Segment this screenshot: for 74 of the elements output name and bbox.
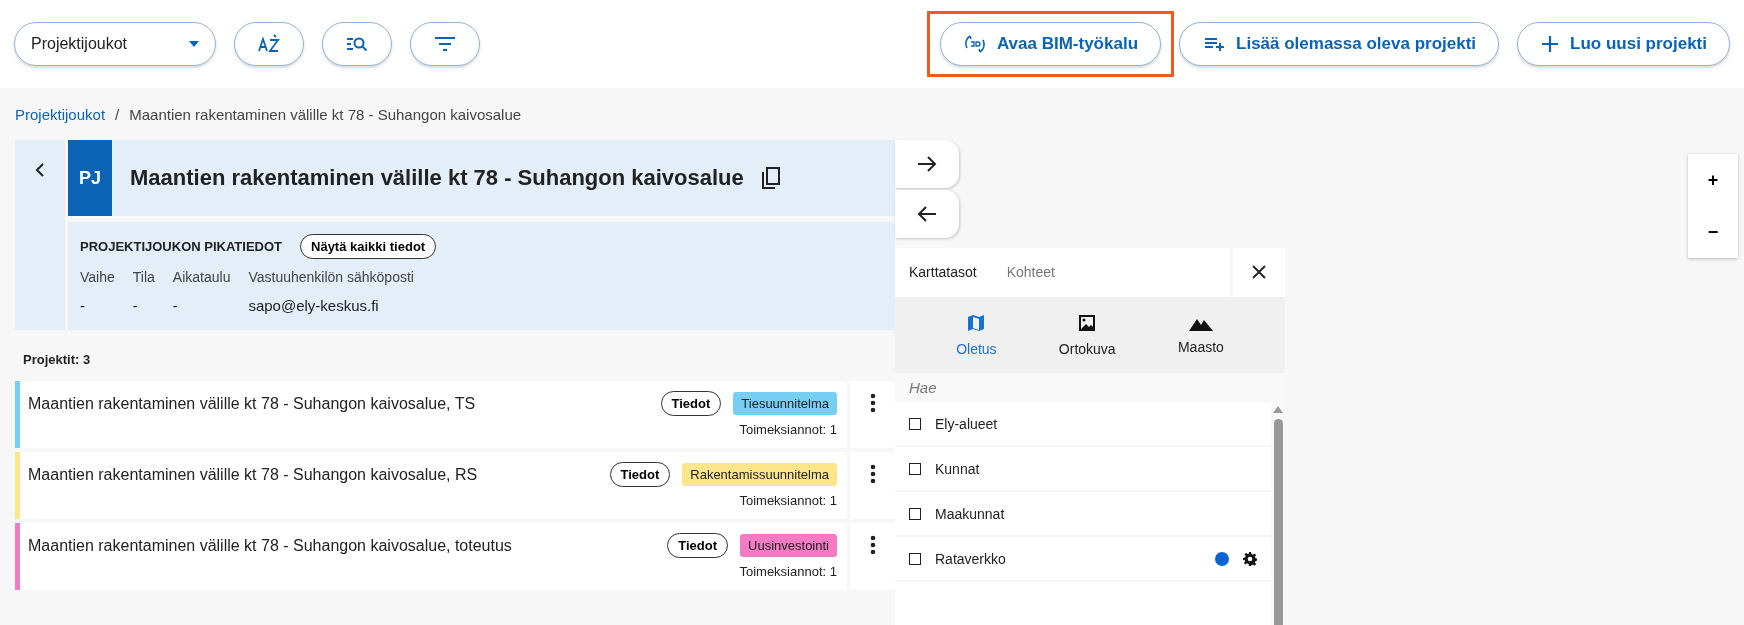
- details-button[interactable]: Tiedot: [609, 462, 671, 487]
- project-name: Maantien rakentaminen välille kt 78 - Suhangon kaivosalue, toteutus: [28, 536, 512, 556]
- project-count: Projektit: 3: [22, 351, 92, 369]
- assignment-count: Toimeksiannot: 1: [739, 422, 837, 437]
- settings-icon[interactable]: [1243, 551, 1257, 566]
- plus-icon: [1540, 34, 1561, 54]
- breadcrumb-link[interactable]: Projektijoukot: [15, 105, 106, 123]
- layer-tab[interactable]: Karttatasot: [909, 264, 977, 281]
- show-all-button[interactable]: Näytä kaikki tiedot: [300, 234, 437, 259]
- group-title: Maantien rakentaminen välille kt 78 - Suhangon kaivosalue: [130, 165, 744, 191]
- image-icon: [1077, 312, 1098, 333]
- checkbox[interactable]: [909, 462, 921, 475]
- copy-icon[interactable]: [761, 167, 780, 189]
- assignment-count: Toimeksiannot: 1: [739, 493, 837, 508]
- more-icon: [869, 464, 876, 484]
- search-list-button[interactable]: [322, 22, 392, 66]
- base-map-option[interactable]: Maasto: [1171, 313, 1230, 356]
- collapse-button[interactable]: [895, 190, 959, 238]
- scroll-up-icon: [1273, 406, 1283, 413]
- checkbox[interactable]: [909, 417, 921, 430]
- breadcrumb-current: Maantien rakentaminen välille kt 78 - Suhangon kaivosalue: [129, 105, 522, 123]
- project-type-tag: Rakentamissuunnitelma: [682, 463, 837, 486]
- layer-label: Rataverkko: [935, 550, 1007, 567]
- more-icon: [869, 393, 876, 413]
- layer-tab[interactable]: Kohteet: [1006, 264, 1055, 281]
- layer-label: Maakunnat: [935, 505, 1006, 522]
- action-button[interactable]: Lisää olemassa oleva projekti: [1179, 22, 1500, 66]
- zoom-out-button[interactable]: −: [1688, 206, 1738, 258]
- field-value: sapo@ely-keskus.fi: [248, 297, 380, 314]
- filter-icon: [434, 36, 456, 52]
- project-name: Maantien rakentaminen välille kt 78 - Suhangon kaivosalue, RS: [28, 465, 478, 485]
- base-map-option[interactable]: Oletus: [950, 311, 1003, 358]
- layer-row[interactable]: Rataverkko: [895, 537, 1271, 580]
- caret-icon: [189, 41, 199, 47]
- project-name: Maantien rakentaminen välille kt 78 - Suhangon kaivosalue, TS: [28, 394, 476, 414]
- checkbox[interactable]: [909, 507, 921, 520]
- base-map-option[interactable]: Ortokuva: [1052, 311, 1122, 358]
- layer-row[interactable]: Maakunnat: [895, 492, 1271, 535]
- field-label: Tila: [132, 269, 155, 285]
- rotate-3d-icon: [962, 32, 987, 56]
- sort-button[interactable]: [234, 22, 304, 66]
- breadcrumb-separator: /: [115, 105, 120, 123]
- field-label: Aikataulu: [172, 269, 231, 285]
- map-icon: [966, 312, 987, 333]
- more-icon: [869, 535, 876, 555]
- quick-info-heading: PROJEKTIJOUKON PIKATIEDOT: [80, 239, 282, 254]
- field-value: -: [80, 297, 86, 314]
- sort-alpha-icon: [257, 33, 281, 55]
- action-button[interactable]: Avaa BIM-työkalu: [939, 22, 1162, 66]
- layer-label: Kunnat: [935, 460, 981, 477]
- checkbox[interactable]: [909, 552, 921, 565]
- action-button[interactable]: Luo uusi projekti: [1517, 22, 1730, 66]
- arrow-right-icon: [917, 155, 937, 173]
- project-type-tag: Uusinvestointi: [740, 534, 837, 557]
- field-value: -: [172, 297, 179, 314]
- field-value: -: [132, 297, 139, 314]
- filter-button[interactable]: [410, 22, 480, 66]
- arrow-left-icon: [917, 205, 937, 223]
- field-label: Vastuuhenkilön sähköposti: [248, 269, 414, 285]
- zoom-in-button[interactable]: +: [1688, 154, 1738, 206]
- expand-button[interactable]: [895, 140, 959, 188]
- scroll-thumb[interactable]: [1273, 419, 1283, 625]
- layer-row[interactable]: Ely-alueet: [895, 402, 1271, 445]
- assignment-count: Toimeksiannot: 1: [739, 564, 837, 579]
- close-icon: [1252, 265, 1266, 280]
- close-button[interactable]: [1233, 248, 1285, 297]
- project-type-tag: Tiesuunnitelma: [733, 392, 837, 415]
- group-badge: PJ: [68, 140, 112, 216]
- layer-label: Ely-alueet: [935, 415, 999, 432]
- field-label: Vaihe: [80, 269, 115, 285]
- back-icon[interactable]: [35, 162, 45, 178]
- details-button[interactable]: Tiedot: [660, 391, 722, 416]
- layer-row[interactable]: Kunnat: [895, 447, 1271, 490]
- details-button[interactable]: Tiedot: [667, 533, 729, 558]
